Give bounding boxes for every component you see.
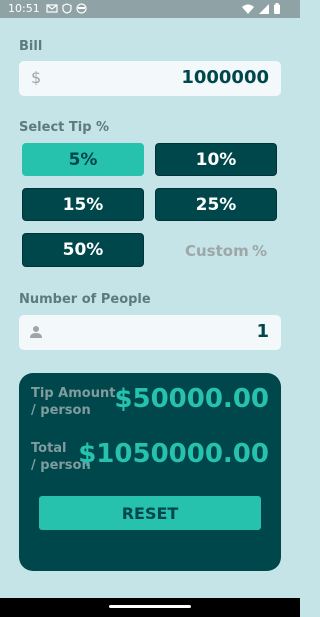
tip-amount-label: Tip Amount / person	[31, 385, 115, 419]
navigation-bar	[0, 598, 300, 617]
mail-icon	[46, 4, 58, 13]
tip-amount-label-line2: / person	[31, 403, 91, 418]
bill-input[interactable]: $ 1000000	[19, 61, 281, 96]
face-icon	[76, 3, 87, 14]
status-system-icons	[242, 3, 280, 14]
tip-button-50[interactable]: 50%	[22, 233, 144, 267]
wifi-icon	[242, 4, 254, 14]
people-input[interactable]: 1	[19, 315, 281, 350]
results-panel: Tip Amount / person $50000.00 Total / pe…	[19, 373, 281, 571]
status-time: 10:51	[8, 2, 40, 15]
bill-label: Bill	[19, 39, 43, 54]
bill-value: 1000000	[181, 67, 269, 88]
custom-tip-suffix: %	[252, 242, 268, 260]
people-label: Number of People	[19, 292, 151, 307]
tip-button-5[interactable]: 5%	[22, 143, 144, 176]
tip-label: Select Tip %	[19, 120, 110, 135]
tip-button-25[interactable]: 25%	[155, 188, 277, 221]
tip-button-10[interactable]: 10%	[155, 143, 277, 176]
tip-amount-label-line1: Tip Amount	[31, 386, 116, 401]
shield-icon	[62, 3, 72, 14]
reset-button[interactable]: RESET	[39, 496, 261, 530]
status-bar: 10:51	[0, 0, 300, 18]
people-value: 1	[256, 321, 269, 342]
signal-icon	[259, 3, 269, 14]
battery-icon	[274, 3, 280, 14]
person-icon	[30, 326, 42, 338]
home-gesture-handle[interactable]	[109, 605, 191, 608]
status-notification-icons	[46, 3, 87, 14]
dollar-icon: $	[31, 68, 42, 87]
tip-button-15[interactable]: 15%	[22, 188, 144, 221]
total-value: $1050000.00	[78, 439, 269, 469]
custom-tip-input[interactable]: Custom	[185, 242, 249, 260]
tip-amount-value: $50000.00	[114, 384, 269, 414]
